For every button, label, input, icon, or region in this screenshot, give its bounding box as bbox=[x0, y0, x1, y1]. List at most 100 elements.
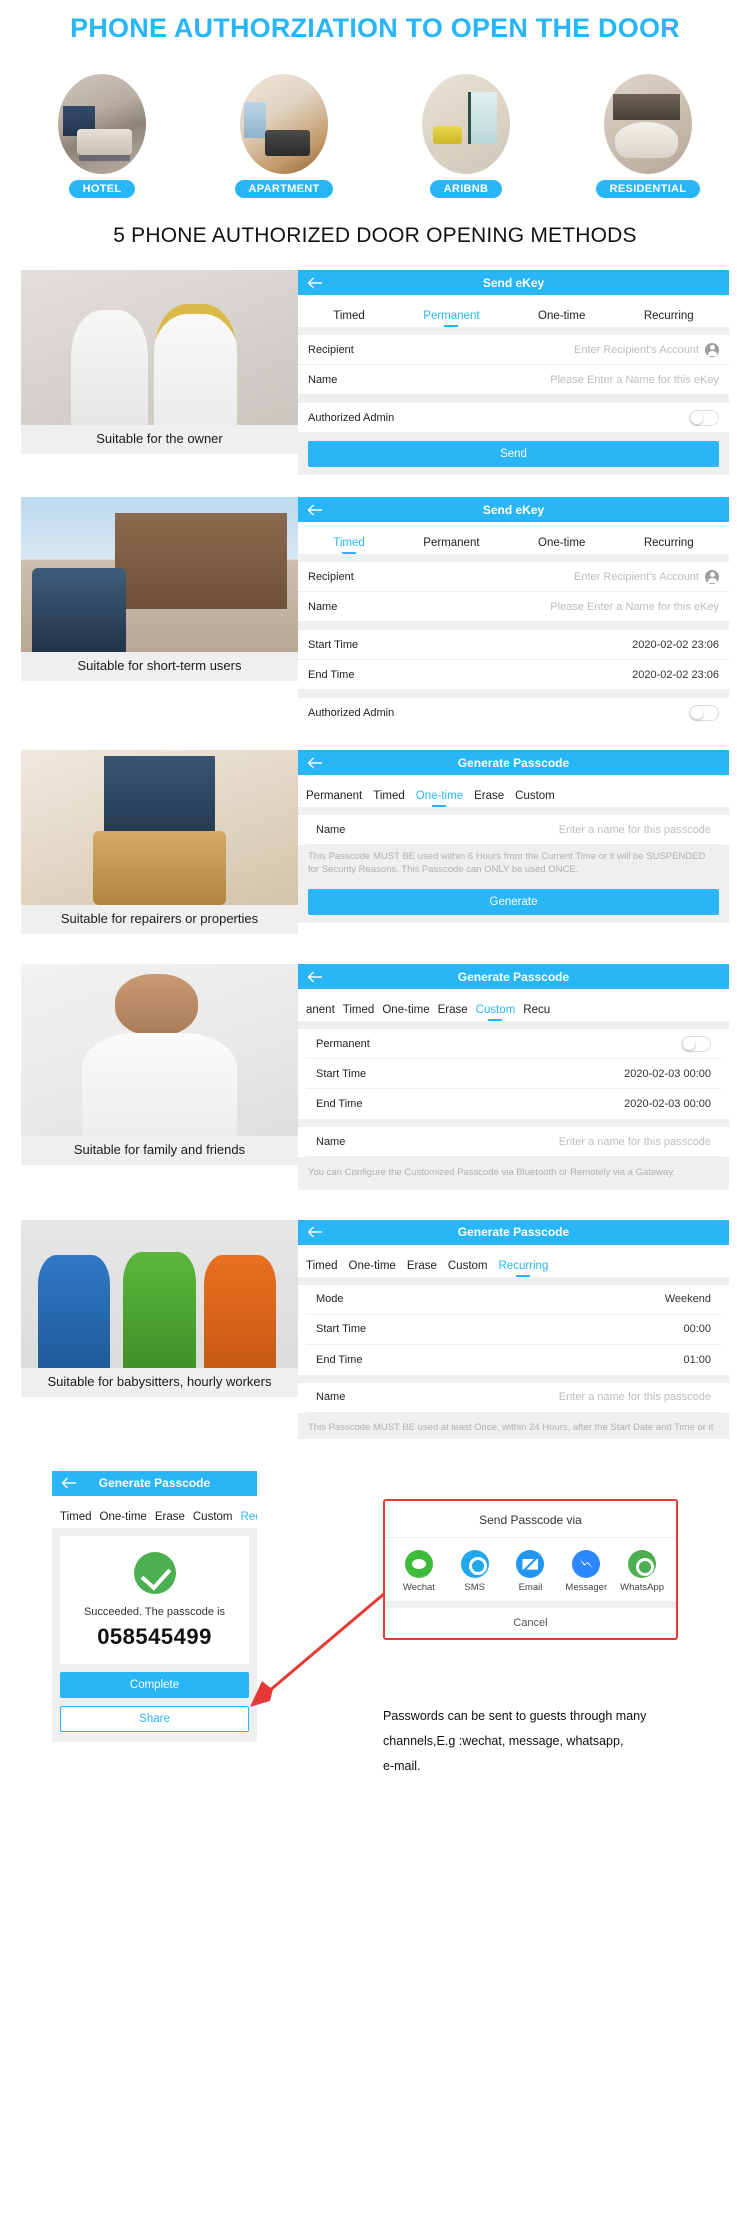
start-time-row[interactable]: Start Time 2020-02-03 00:00 bbox=[306, 1059, 721, 1089]
share-channel-sms[interactable]: SMS bbox=[449, 1549, 501, 1593]
name-input[interactable]: Please Enter a Name for this eKey bbox=[550, 374, 719, 386]
send-button[interactable]: Send bbox=[308, 441, 719, 467]
email-icon[interactable] bbox=[516, 1549, 545, 1578]
end-time-value[interactable]: 2020-02-03 00:00 bbox=[624, 1098, 711, 1110]
name-row[interactable]: Name Please Enter a Name for this eKey bbox=[298, 365, 729, 395]
tab-recurring[interactable]: Recurring bbox=[644, 310, 694, 327]
name-input[interactable]: Enter a name for this passcode bbox=[559, 1136, 711, 1148]
start-time-value[interactable]: 2020-02-03 00:00 bbox=[624, 1068, 711, 1080]
tab-one-time[interactable]: One-time bbox=[416, 790, 463, 807]
whatsapp-icon[interactable] bbox=[628, 1549, 657, 1578]
recipient-row[interactable]: Recipient Enter Recipient's Account bbox=[298, 562, 729, 592]
authorized-admin-row[interactable]: Authorized Admin bbox=[298, 403, 729, 433]
name-input[interactable]: Enter a name for this passcode bbox=[559, 824, 711, 836]
tab-permanent[interactable]: Permanent bbox=[423, 310, 479, 327]
start-time-value[interactable]: 00:00 bbox=[683, 1323, 711, 1335]
share-button[interactable]: Share bbox=[60, 1705, 249, 1732]
back-arrow-icon[interactable] bbox=[298, 1226, 332, 1238]
scene-item-hotel: HOTEL bbox=[22, 74, 182, 198]
recipient-input[interactable]: Enter Recipient's Account bbox=[574, 344, 699, 356]
recipient-row[interactable]: Recipient Enter Recipient's Account bbox=[298, 335, 729, 365]
start-time-row[interactable]: Start Time 2020-02-02 23:06 bbox=[298, 630, 729, 660]
complete-button[interactable]: Complete bbox=[60, 1671, 249, 1698]
share-channel-messenger[interactable]: Messager bbox=[560, 1549, 612, 1593]
end-time-row[interactable]: End Time 2020-02-03 00:00 bbox=[306, 1089, 721, 1119]
success-check-icon bbox=[133, 1551, 176, 1594]
wechat-icon[interactable] bbox=[404, 1549, 433, 1578]
tab-one-time[interactable]: One-time bbox=[100, 1511, 147, 1528]
tab-erase[interactable]: Erase bbox=[407, 1260, 437, 1277]
tab-timed[interactable]: Timed bbox=[343, 1004, 375, 1021]
phone-title-bar: Generate Passcode bbox=[52, 1470, 257, 1496]
mode-value[interactable]: Weekend bbox=[665, 1293, 711, 1305]
back-arrow-icon[interactable] bbox=[298, 757, 332, 769]
tab-one-time[interactable]: One-time bbox=[538, 537, 585, 554]
tab-permanent[interactable]: anent bbox=[306, 1004, 335, 1021]
share-channel-whatsapp[interactable]: WhatsApp bbox=[616, 1549, 668, 1593]
result-actions: Complete Share bbox=[52, 1671, 257, 1742]
tab-permanent[interactable]: Permanent bbox=[306, 790, 362, 807]
tab-custom[interactable]: Custom bbox=[193, 1511, 233, 1528]
tab-erase[interactable]: Erase bbox=[155, 1511, 185, 1528]
end-time-value[interactable]: 2020-02-02 23:06 bbox=[632, 669, 719, 681]
tab-timed[interactable]: Timed bbox=[373, 790, 405, 807]
generate-button[interactable]: Generate bbox=[308, 888, 719, 915]
tab-custom[interactable]: Custom bbox=[515, 790, 555, 807]
tab-one-time[interactable]: One-time bbox=[538, 310, 585, 327]
tab-recurring[interactable]: Recu bbox=[523, 1004, 550, 1021]
channel-label: Email bbox=[518, 1581, 543, 1593]
end-time-row[interactable]: End Time 2020-02-02 23:06 bbox=[298, 660, 729, 690]
tab-erase[interactable]: Erase bbox=[438, 1004, 468, 1021]
messenger-icon[interactable] bbox=[572, 1549, 601, 1578]
tab-recurring[interactable]: Recurring bbox=[644, 537, 694, 554]
tab-bar: Timed Permanent One-time Recurring bbox=[298, 522, 729, 554]
name-row[interactable]: Name Please Enter a Name for this eKey bbox=[298, 592, 729, 622]
permanent-toggle[interactable] bbox=[681, 1035, 711, 1052]
share-dialog-title: Send Passcode via bbox=[385, 1501, 676, 1538]
authorized-admin-toggle[interactable] bbox=[689, 705, 719, 721]
tab-custom[interactable]: Custom bbox=[476, 1004, 516, 1021]
row-label: Start Time bbox=[316, 1323, 367, 1336]
authorized-admin-row[interactable]: Authorized Admin bbox=[298, 698, 729, 728]
phone-panel: Generate Passcode anent Timed One-time E… bbox=[298, 964, 729, 1190]
tab-custom[interactable]: Custom bbox=[448, 1260, 488, 1277]
back-arrow-icon[interactable] bbox=[298, 277, 332, 289]
contact-avatar-icon[interactable] bbox=[705, 569, 719, 584]
tab-timed[interactable]: Timed bbox=[333, 310, 365, 327]
tab-one-time[interactable]: One-time bbox=[382, 1004, 429, 1021]
scene-row: HOTEL APARTMENT ARIBNB RESIDENTIAL bbox=[0, 44, 750, 198]
contact-avatar-icon[interactable] bbox=[705, 342, 719, 357]
back-arrow-icon[interactable] bbox=[52, 1477, 86, 1489]
permanent-row[interactable]: Permanent bbox=[306, 1029, 721, 1059]
share-channel-wechat[interactable]: Wechat bbox=[393, 1549, 445, 1593]
tab-one-time[interactable]: One-time bbox=[349, 1260, 396, 1277]
name-row[interactable]: Name Enter a name for this passcode bbox=[306, 815, 721, 845]
end-time-value[interactable]: 01:00 bbox=[683, 1354, 711, 1366]
authorized-admin-toggle[interactable] bbox=[689, 409, 719, 426]
end-time-row[interactable]: End Time 01:00 bbox=[306, 1344, 721, 1375]
tab-recurring[interactable]: Recurring bbox=[499, 1260, 549, 1277]
tab-bar: Permanent Timed One-time Erase Custom bbox=[298, 775, 729, 807]
start-time-value[interactable]: 2020-02-02 23:06 bbox=[632, 639, 719, 651]
back-arrow-icon[interactable] bbox=[298, 971, 332, 983]
recipient-input[interactable]: Enter Recipient's Account bbox=[574, 571, 699, 583]
tab-recurring[interactable]: Recurring bbox=[241, 1511, 258, 1528]
tab-timed[interactable]: Timed bbox=[306, 1260, 338, 1277]
sms-icon[interactable] bbox=[460, 1549, 489, 1578]
start-time-row[interactable]: Start Time 00:00 bbox=[306, 1314, 721, 1345]
name-row[interactable]: Name Enter a name for this passcode bbox=[306, 1382, 721, 1413]
scene-item-residential: RESIDENTIAL bbox=[568, 74, 728, 198]
phone-title: Send eKey bbox=[482, 275, 545, 290]
tab-permanent[interactable]: Permanent bbox=[423, 537, 479, 554]
name-row[interactable]: Name Enter a name for this passcode bbox=[306, 1127, 721, 1157]
channel-label: Wechat bbox=[402, 1581, 435, 1593]
name-input[interactable]: Enter a name for this passcode bbox=[559, 1391, 711, 1403]
mode-row[interactable]: Mode Weekend bbox=[306, 1284, 721, 1315]
tab-timed[interactable]: Timed bbox=[333, 537, 365, 554]
tab-erase[interactable]: Erase bbox=[474, 790, 504, 807]
cancel-button[interactable]: Cancel bbox=[385, 1608, 676, 1638]
back-arrow-icon[interactable] bbox=[298, 504, 332, 516]
tab-timed[interactable]: Timed bbox=[60, 1511, 92, 1528]
name-input[interactable]: Please Enter a Name for this eKey bbox=[550, 601, 719, 613]
share-channel-email[interactable]: Email bbox=[504, 1549, 556, 1593]
